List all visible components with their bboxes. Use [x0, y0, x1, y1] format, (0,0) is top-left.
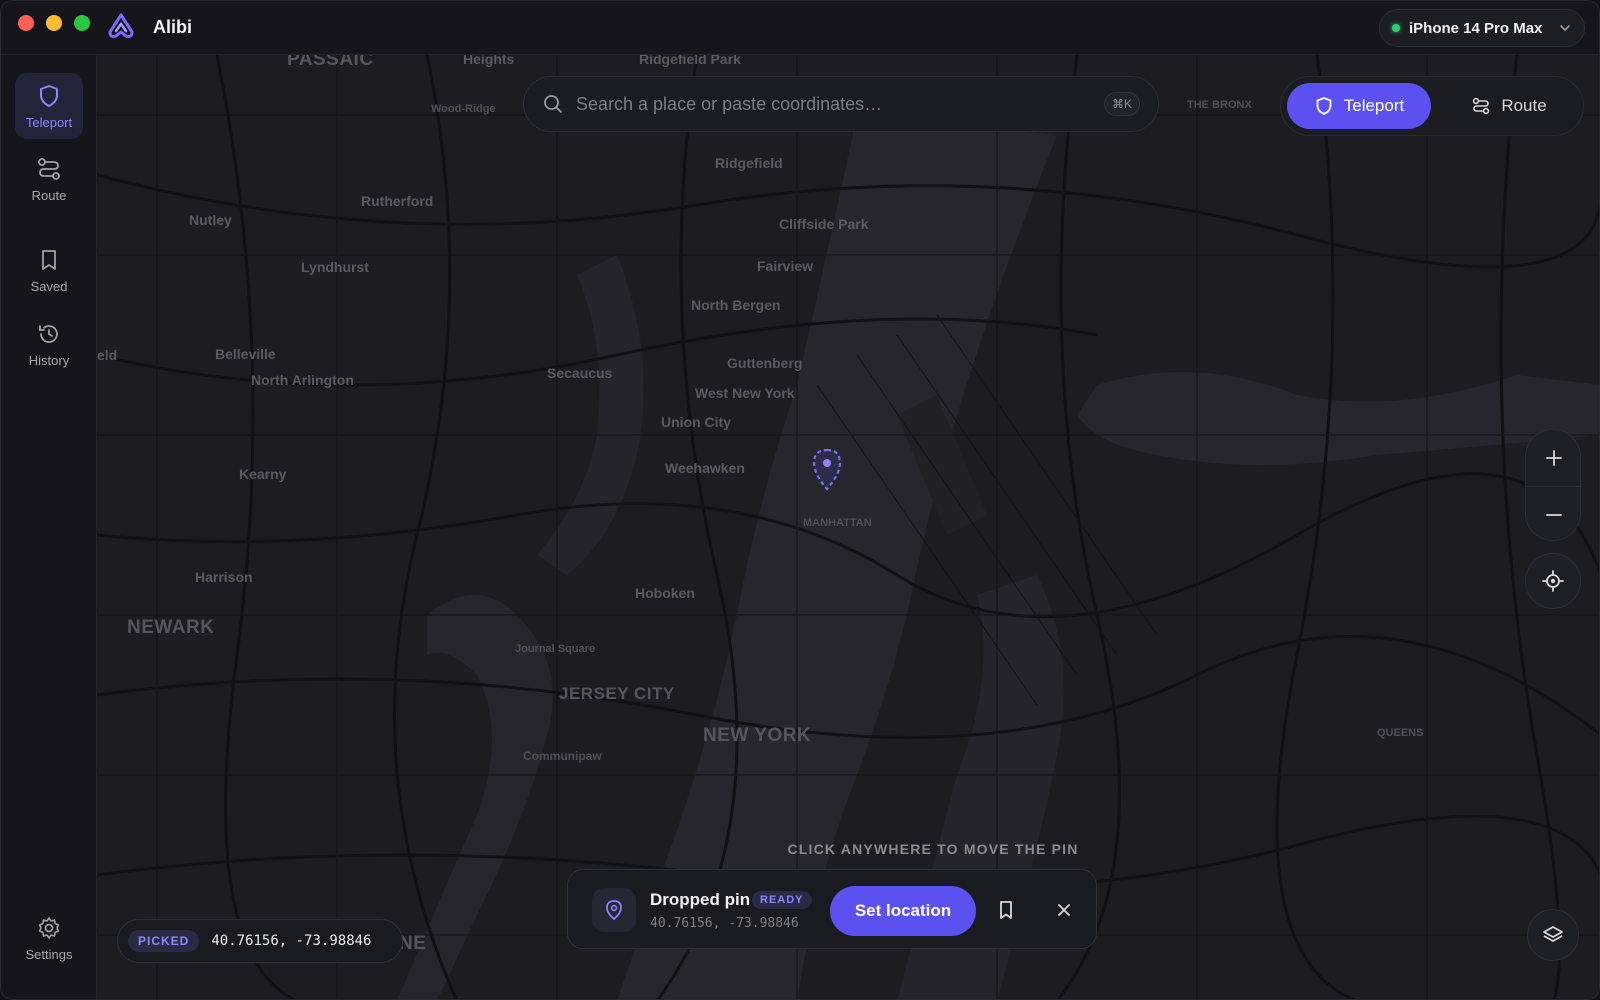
map-label: MANHATTAN [803, 517, 872, 529]
map-label: Lyndhurst [301, 259, 369, 275]
sidebar-item-settings[interactable]: Settings [15, 905, 83, 971]
map-canvas[interactable]: PASSAIC Heights Ridgefield Park Wood-Rid… [97, 55, 1599, 999]
map-label: Union City [661, 414, 731, 430]
set-location-button[interactable]: Set location [830, 886, 976, 936]
sidebar-item-teleport[interactable]: Teleport [15, 73, 83, 139]
zoom-controls [1525, 429, 1582, 542]
map-label: NEW YORK [703, 725, 812, 746]
map-label: Rutherford [361, 193, 434, 209]
map-label: North Arlington [251, 372, 354, 388]
map-pin-icon [606, 900, 622, 921]
pin-badge [592, 888, 636, 932]
sidebar-item-label: Saved [30, 278, 68, 294]
map-label: Communipaw [523, 749, 602, 763]
shortcut-hint: ⌘K [1103, 92, 1140, 116]
gear-icon [38, 916, 60, 939]
teleport-mode-label: Teleport [1343, 96, 1405, 115]
zoom-out-button[interactable] [1526, 486, 1582, 542]
dropped-pin-title: Dropped pin [650, 890, 751, 909]
map-label: NEWARK [127, 617, 215, 638]
sidebar-item-saved[interactable]: Saved [15, 237, 83, 303]
map-label: Cliffside Park [779, 216, 869, 232]
map-label: Ridgefield [715, 155, 783, 171]
map-label: Guttenberg [727, 355, 803, 371]
search-icon [544, 95, 562, 113]
map-label: Harrison [195, 569, 253, 585]
teleport-mode-button[interactable]: Teleport [1287, 83, 1431, 129]
zoom-in-button[interactable] [1526, 430, 1582, 486]
sidebar-item-route[interactable]: Route [15, 146, 83, 212]
picked-coordinates: 40.76156, -73.98846 [211, 933, 372, 949]
sidebar-item-label: Settings [25, 946, 73, 962]
crosshair-icon [1542, 570, 1564, 592]
minus-icon [1546, 513, 1562, 516]
connected-status-dot [1392, 24, 1400, 32]
route-mode-button[interactable]: Route [1441, 83, 1577, 129]
plus-icon [1546, 450, 1562, 466]
route-icon [38, 157, 60, 180]
map-label: THE BRONX [1187, 99, 1252, 111]
app-window: Alibi iPhone 14 Pro Max Teleport Route S… [0, 0, 1600, 1000]
map-label: NE [399, 933, 427, 954]
map-label: Hoboken [635, 585, 695, 601]
sidebar-item-label: Route [31, 187, 67, 203]
device-name: iPhone 14 Pro Max [1409, 19, 1543, 37]
history-icon [39, 324, 58, 343]
close-icon[interactable] [1052, 898, 1076, 922]
map-label: Belleville [215, 346, 276, 362]
search-bar[interactable]: ⌘K [523, 76, 1159, 132]
dropped-pin-coordinates: 40.76156, -73.98846 [650, 916, 799, 931]
locate-me-button[interactable] [1525, 553, 1581, 609]
device-selector[interactable]: iPhone 14 Pro Max [1379, 9, 1585, 47]
sidebar: Teleport Route Saved History Settings [1, 55, 97, 999]
shield-icon [40, 84, 58, 107]
map-label: Heights [463, 55, 515, 67]
map-label: Journal Square [515, 643, 596, 655]
bookmark-icon[interactable] [994, 898, 1018, 922]
zoom-window-button[interactable] [74, 15, 90, 31]
app-title: Alibi [153, 17, 192, 37]
map-label: Wood-Ridge [431, 103, 496, 115]
minimize-window-button[interactable] [46, 15, 62, 31]
map-hint: CLICK ANYWHERE TO MOVE THE PIN [787, 841, 1079, 857]
route-icon [1473, 97, 1490, 115]
map-label: JERSEY CITY [559, 684, 675, 703]
map-label: Weehawken [665, 460, 745, 476]
map-label: Kearny [239, 466, 287, 482]
mode-switch: Teleport Route [1280, 76, 1584, 136]
app-logo-icon [108, 13, 134, 38]
chevron-down-icon [1560, 25, 1570, 32]
sidebar-item-label: Teleport [25, 114, 73, 130]
map-layers-button[interactable] [1527, 909, 1579, 961]
sidebar-item-label: History [28, 352, 70, 368]
sidebar-item-history[interactable]: History [15, 311, 83, 377]
map-label: QUEENS [1377, 727, 1424, 739]
map-label: Nutley [189, 212, 232, 228]
route-mode-label: Route [1501, 96, 1547, 115]
dropped-pin-card: Dropped pin READY 40.76156, -73.98846 Se… [567, 869, 1097, 949]
shield-icon [1316, 97, 1332, 115]
map-label: Ridgefield Park [639, 55, 741, 67]
map-label: North Bergen [691, 297, 781, 313]
map-label: West New York [695, 385, 795, 401]
picked-coordinates-chip: PICKED 40.76156, -73.98846 [117, 919, 403, 963]
map-label: eld [97, 347, 118, 363]
bookmark-icon [42, 249, 56, 270]
status-badge: READY [752, 891, 812, 909]
map-label: Secaucus [547, 365, 613, 381]
close-window-button[interactable] [18, 15, 34, 31]
search-input[interactable] [576, 93, 1104, 115]
map-label: PASSAIC [287, 55, 374, 70]
layers-icon [1543, 926, 1563, 942]
picked-tag: PICKED [128, 930, 200, 952]
location-pin-icon[interactable] [809, 447, 845, 493]
title-bar: Alibi iPhone 14 Pro Max [1, 1, 1599, 55]
map-label: Fairview [757, 258, 814, 274]
